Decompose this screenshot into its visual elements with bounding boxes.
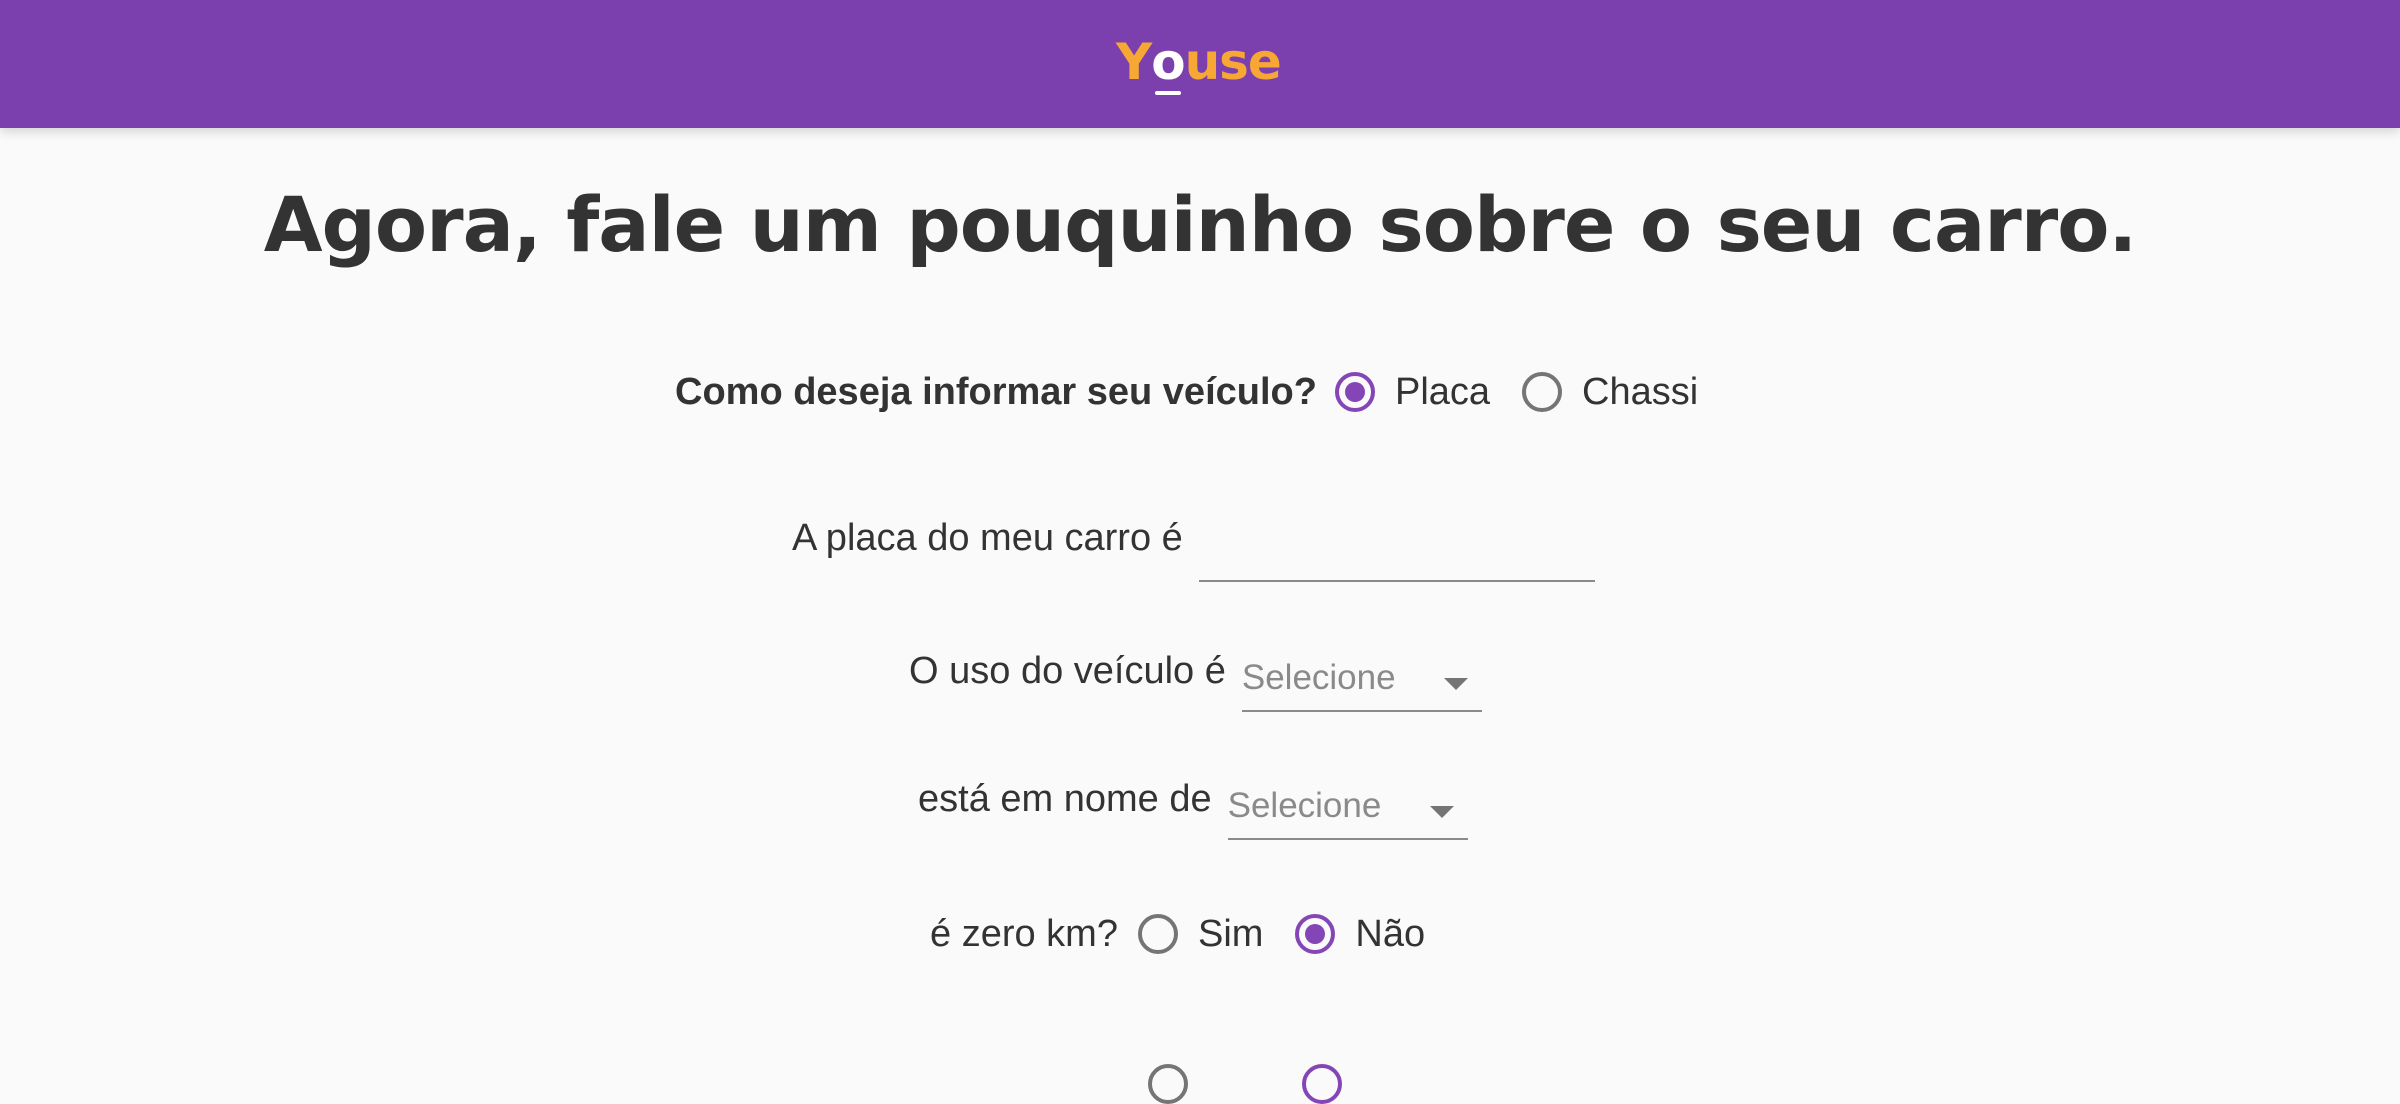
vehicle-id-label: Como deseja informar seu veículo? bbox=[675, 370, 1317, 413]
zero-km-row: é zero km? Sim Não bbox=[930, 904, 1425, 964]
owner-select-value: Selecione bbox=[1227, 786, 1382, 825]
radio-placa[interactable]: Placa bbox=[1334, 371, 1490, 414]
usage-select[interactable]: Selecione bbox=[1241, 650, 1482, 712]
radio-placa-label[interactable]: Placa bbox=[1395, 371, 1490, 414]
radio-sim[interactable]: Sim bbox=[1137, 913, 1263, 956]
logo-letter-o: o bbox=[1151, 33, 1186, 95]
plate-row: A placa do meu carro é bbox=[792, 508, 1595, 582]
radio-chassi-unselected-icon[interactable] bbox=[1522, 372, 1563, 412]
page-title: Agora, fale um pouquinho sobre o seu car… bbox=[263, 180, 2138, 269]
plate-input[interactable] bbox=[1198, 522, 1595, 582]
usage-row: O uso do veículo é Selecione bbox=[909, 636, 1482, 712]
owner-label: está em nome de bbox=[918, 777, 1212, 820]
radio-chassi-label[interactable]: Chassi bbox=[1582, 371, 1698, 414]
top-header-bar: Yo use bbox=[0, 0, 2400, 128]
radio-nao-label[interactable]: Não bbox=[1355, 913, 1425, 956]
youse-logo[interactable]: Yo use bbox=[1116, 32, 1282, 95]
dropdown-arrow-icon bbox=[1443, 678, 1468, 690]
dropdown-arrow-icon bbox=[1429, 806, 1454, 818]
usage-label: O uso do veículo é bbox=[909, 649, 1226, 692]
radio-chassi[interactable]: Chassi bbox=[1522, 371, 1698, 414]
radio-sim-label[interactable]: Sim bbox=[1198, 913, 1263, 956]
next-question-radio-icon[interactable] bbox=[1148, 1064, 1188, 1104]
next-question-radio-selected-icon[interactable] bbox=[1302, 1064, 1342, 1104]
radio-placa-selected-icon[interactable] bbox=[1334, 372, 1375, 412]
owner-select[interactable]: Selecione bbox=[1227, 778, 1468, 840]
owner-row: está em nome de Selecione bbox=[918, 764, 1468, 840]
usage-select-value: Selecione bbox=[1241, 658, 1396, 697]
zero-km-label: é zero km? bbox=[930, 912, 1118, 955]
radio-sim-unselected-icon[interactable] bbox=[1137, 914, 1178, 954]
plate-label: A placa do meu carro é bbox=[792, 516, 1183, 559]
radio-nao-selected-icon[interactable] bbox=[1295, 914, 1336, 954]
radio-nao[interactable]: Não bbox=[1295, 913, 1425, 956]
logo-letter-y: Y bbox=[1116, 33, 1152, 91]
vehicle-id-question: Como deseja informar seu veículo? Placa … bbox=[675, 362, 1698, 422]
logo-letters-use: use bbox=[1184, 33, 1282, 91]
